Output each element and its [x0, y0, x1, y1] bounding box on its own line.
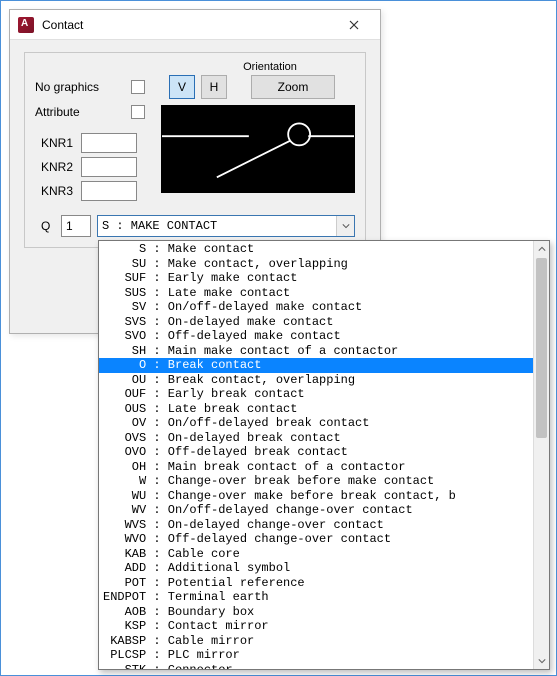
- dropdown-item[interactable]: OUF : Early break contact: [99, 387, 533, 402]
- no-graphics-label: No graphics: [35, 80, 125, 94]
- dropdown-item[interactable]: AOB : Boundary box: [99, 605, 533, 620]
- scrollbar-thumb[interactable]: [536, 258, 547, 438]
- dropdown-item[interactable]: W : Change-over break before make contac…: [99, 474, 533, 489]
- zoom-button[interactable]: Zoom: [251, 75, 335, 99]
- knr3-label: KNR3: [35, 184, 81, 198]
- dropdown-item[interactable]: KABSP : Cable mirror: [99, 634, 533, 649]
- dropdown-item[interactable]: SUS : Late make contact: [99, 286, 533, 301]
- attribute-checkbox[interactable]: [131, 105, 145, 119]
- dropdown-item[interactable]: KSP : Contact mirror: [99, 619, 533, 634]
- dropdown-item[interactable]: SVS : On-delayed make contact: [99, 315, 533, 330]
- type-combobox-value: S : MAKE CONTACT: [102, 219, 217, 233]
- main-panel: Orientation No graphics V H Zoom Attribu…: [24, 52, 366, 248]
- dropdown-item[interactable]: SU : Make contact, overlapping: [99, 257, 533, 272]
- dropdown-item[interactable]: SUF : Early make contact: [99, 271, 533, 286]
- dropdown-item[interactable]: OU : Break contact, overlapping: [99, 373, 533, 388]
- dropdown-item[interactable]: WVO : Off-delayed change-over contact: [99, 532, 533, 547]
- knr2-label: KNR2: [35, 160, 81, 174]
- window-title: Contact: [42, 18, 334, 32]
- dropdown-item[interactable]: ADD : Additional symbol: [99, 561, 533, 576]
- q-row: Q S : MAKE CONTACT: [35, 215, 355, 237]
- chevron-down-icon: [342, 222, 350, 230]
- no-graphics-checkbox[interactable]: [131, 80, 145, 94]
- type-combobox[interactable]: S : MAKE CONTACT: [97, 215, 355, 237]
- knr2-row: KNR2: [35, 157, 145, 177]
- chevron-down-icon: [538, 657, 546, 665]
- dropdown-item[interactable]: SH : Main make contact of a contactor: [99, 344, 533, 359]
- dropdown-item[interactable]: PLCSP : PLC mirror: [99, 648, 533, 663]
- dropdown-item[interactable]: ENDPOT : Terminal earth: [99, 590, 533, 605]
- orientation-label: Orientation: [185, 61, 355, 73]
- app-icon: [18, 17, 34, 33]
- orientation-v-button[interactable]: V: [169, 75, 195, 99]
- dropdown-item[interactable]: KAB : Cable core: [99, 547, 533, 562]
- type-dropdown-list[interactable]: S : Make contact SU : Make contact, over…: [98, 240, 550, 670]
- dropdown-item[interactable]: POT : Potential reference: [99, 576, 533, 591]
- orientation-h-button[interactable]: H: [201, 75, 227, 99]
- dropdown-item[interactable]: OH : Main break contact of a contactor: [99, 460, 533, 475]
- dropdown-item[interactable]: O : Break contact: [99, 358, 533, 373]
- combobox-arrow[interactable]: [336, 216, 354, 236]
- attribute-row: Attribute: [35, 105, 145, 119]
- mid-row: Attribute KNR1 KNR2 KNR3: [35, 105, 355, 205]
- scroll-down-button[interactable]: [534, 653, 549, 669]
- top-row: No graphics V H Zoom: [35, 75, 355, 99]
- knr3-row: KNR3: [35, 181, 145, 201]
- dropdown-item[interactable]: OUS : Late break contact: [99, 402, 533, 417]
- knr1-label: KNR1: [35, 136, 81, 150]
- dropdown-item[interactable]: WV : On/off-delayed change-over contact: [99, 503, 533, 518]
- attribute-column: Attribute KNR1 KNR2 KNR3: [35, 105, 145, 205]
- knr3-input[interactable]: [81, 181, 137, 201]
- dropdown-item[interactable]: S : Make contact: [99, 242, 533, 257]
- dropdown-item[interactable]: OVS : On-delayed break contact: [99, 431, 533, 446]
- dropdown-item[interactable]: OV : On/off-delayed break contact: [99, 416, 533, 431]
- titlebar: Contact: [10, 10, 380, 40]
- q-label: Q: [35, 219, 55, 233]
- close-button[interactable]: [334, 12, 374, 38]
- knr1-input[interactable]: [81, 133, 137, 153]
- dropdown-item[interactable]: STK : Connector: [99, 663, 533, 671]
- dropdown-item[interactable]: WU : Change-over make before break conta…: [99, 489, 533, 504]
- knr2-input[interactable]: [81, 157, 137, 177]
- chevron-up-icon: [538, 245, 546, 253]
- q-input[interactable]: [61, 215, 91, 237]
- attribute-label: Attribute: [35, 105, 80, 119]
- contact-symbol-icon: [162, 106, 354, 192]
- dropdown-scrollbar[interactable]: [533, 241, 549, 669]
- dropdown-item[interactable]: WVS : On-delayed change-over contact: [99, 518, 533, 533]
- dropdown-items: S : Make contact SU : Make contact, over…: [99, 241, 533, 669]
- knr1-row: KNR1: [35, 133, 145, 153]
- scroll-up-button[interactable]: [534, 241, 549, 257]
- dropdown-item[interactable]: SVO : Off-delayed make contact: [99, 329, 533, 344]
- dropdown-item[interactable]: SV : On/off-delayed make contact: [99, 300, 533, 315]
- symbol-preview: [161, 105, 355, 193]
- close-icon: [349, 20, 359, 30]
- dropdown-item[interactable]: OVO : Off-delayed break contact: [99, 445, 533, 460]
